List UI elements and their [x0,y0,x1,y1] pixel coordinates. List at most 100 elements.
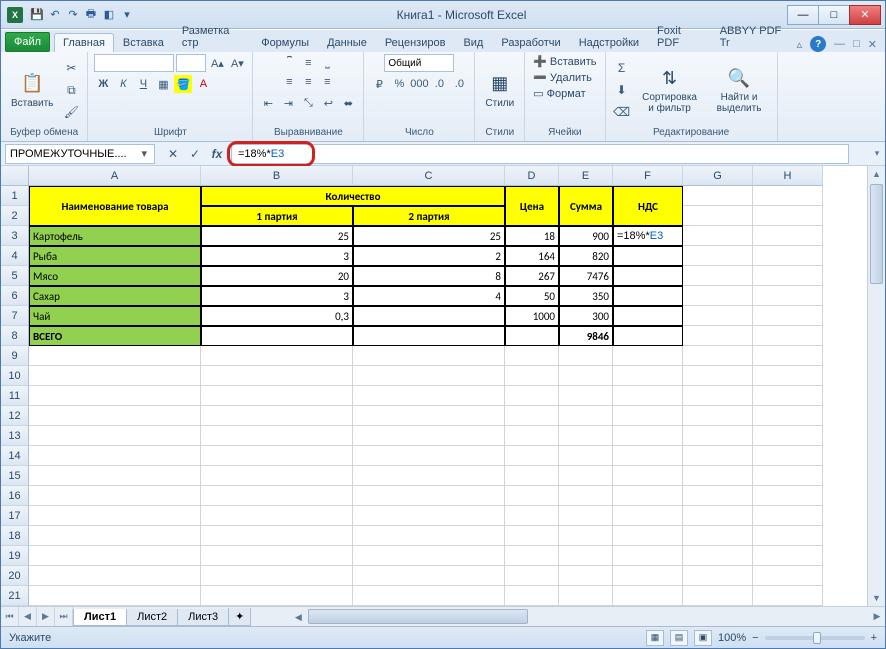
row-header[interactable]: 14 [1,446,29,466]
cell[interactable] [559,586,613,606]
cell[interactable] [753,586,823,606]
cell[interactable]: НДС [613,186,683,226]
cell[interactable] [29,406,201,426]
cell[interactable] [505,506,559,526]
cell[interactable] [683,466,753,486]
fill-icon[interactable]: ⬇ [612,80,632,100]
sheet-tab-2[interactable]: Лист2 [126,609,178,626]
italic-button[interactable]: К [114,75,132,93]
cell[interactable] [29,426,201,446]
row-header[interactable]: 15 [1,466,29,486]
tab-nav-next-icon[interactable]: ▶ [37,607,55,626]
view-pagelayout-icon[interactable]: ▤ [670,630,688,646]
cell[interactable]: 9846 [559,326,613,346]
tab-insert[interactable]: Вставка [114,33,173,52]
cell[interactable] [353,426,505,446]
sort-filter-button[interactable]: ⇅ Сортировка и фильтр [636,62,704,118]
cell[interactable] [613,386,683,406]
zoom-out-button[interactable]: − [752,632,758,644]
cell[interactable] [683,206,753,226]
cell[interactable] [29,566,201,586]
cell[interactable] [683,426,753,446]
cell[interactable]: 50 [505,286,559,306]
cell[interactable] [29,346,201,366]
close-button[interactable]: ✕ [849,5,881,25]
col-header-D[interactable]: D [505,166,559,186]
tab-home[interactable]: Главная [54,33,114,52]
scroll-right-icon[interactable]: ▶ [869,607,885,626]
merge-icon[interactable]: ⬌ [339,94,357,112]
cell[interactable] [505,526,559,546]
wrap-text-icon[interactable]: ↩ [319,94,337,112]
increase-indent-icon[interactable]: ⇥ [279,94,297,112]
cell[interactable] [683,546,753,566]
copy-icon[interactable]: ⧉ [61,80,81,100]
cell[interactable]: 1 партия [201,206,353,226]
row-header[interactable]: 5 [1,266,29,286]
cell[interactable] [683,186,753,206]
cell[interactable]: Рыба [29,246,201,266]
align-middle-icon[interactable]: ≡ [299,54,317,72]
font-color-icon[interactable]: A [194,75,212,93]
scroll-up-icon[interactable]: ▲ [868,166,885,182]
cell[interactable] [683,226,753,246]
cell[interactable] [559,386,613,406]
cell[interactable] [201,506,353,526]
cell[interactable] [559,566,613,586]
row-header[interactable]: 16 [1,486,29,506]
row-header[interactable]: 7 [1,306,29,326]
cell[interactable] [201,406,353,426]
vscroll-thumb[interactable] [870,184,883,284]
cell[interactable] [753,366,823,386]
cell[interactable] [613,566,683,586]
cell[interactable] [753,266,823,286]
cell[interactable] [613,526,683,546]
font-family-select[interactable] [94,54,174,72]
new-sheet-button[interactable]: ✦ [228,608,251,626]
cell[interactable] [353,546,505,566]
cell[interactable] [559,546,613,566]
mdi-restore-icon[interactable]: □ [853,38,860,50]
cell[interactable]: 267 [505,266,559,286]
cell[interactable]: 20 [201,266,353,286]
cell[interactable]: 900 [559,226,613,246]
select-all-corner[interactable] [1,166,29,186]
tab-pagelayout[interactable]: Разметка стр [173,21,252,52]
decrease-indent-icon[interactable]: ⇤ [259,94,277,112]
cell[interactable]: 820 [559,246,613,266]
cell[interactable] [201,386,353,406]
cell[interactable] [683,446,753,466]
formula-bar[interactable]: =18%*E3 [231,144,849,164]
autosum-icon[interactable]: Σ [612,58,632,78]
touch-icon[interactable]: ◧ [101,7,117,23]
cell[interactable] [201,346,353,366]
cell[interactable] [613,246,683,266]
tab-developer[interactable]: Разработчи [492,33,569,52]
cell[interactable] [753,186,823,206]
cell[interactable] [353,386,505,406]
cell[interactable] [201,446,353,466]
tab-formulas[interactable]: Формулы [252,33,318,52]
cell[interactable] [29,526,201,546]
insert-cells-button[interactable]: ➕Вставить [531,54,598,69]
horizontal-scrollbar[interactable]: ◀ ▶ [290,607,885,626]
decrease-decimal-icon[interactable]: .0 [450,75,468,93]
cell[interactable]: ВСЕГО [29,326,201,346]
row-header[interactable]: 2 [1,206,29,226]
cell[interactable] [29,506,201,526]
cell[interactable] [201,366,353,386]
cell[interactable] [353,466,505,486]
col-header-H[interactable]: H [753,166,823,186]
cell[interactable] [29,546,201,566]
zoom-in-button[interactable]: + [871,632,877,644]
cell[interactable] [613,366,683,386]
tab-data[interactable]: Данные [318,33,376,52]
cell[interactable] [559,366,613,386]
cell[interactable] [353,306,505,326]
view-normal-icon[interactable]: ▦ [646,630,664,646]
col-header-A[interactable]: A [29,166,201,186]
row-header[interactable]: 11 [1,386,29,406]
cell[interactable] [559,506,613,526]
tab-nav-last-icon[interactable]: ⏭ [55,607,73,626]
cell[interactable] [753,206,823,226]
